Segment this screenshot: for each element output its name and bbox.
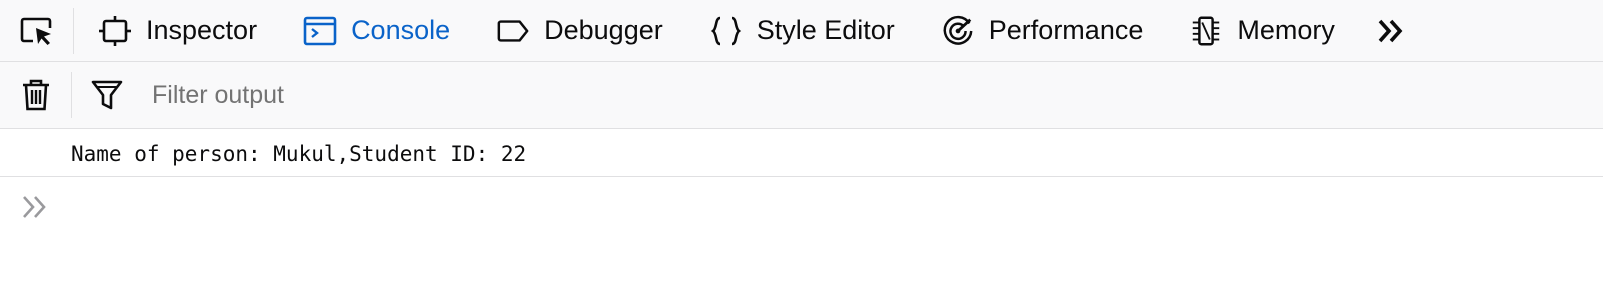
tab-console[interactable]: Console xyxy=(279,0,472,62)
console-output: Name of person: Mukul,Student ID: 22 xyxy=(0,130,1603,177)
debugger-icon xyxy=(496,14,530,48)
log-message: Name of person: Mukul,Student ID: 22 xyxy=(71,142,527,166)
style-editor-icon xyxy=(709,14,743,48)
console-input-row xyxy=(0,178,1603,238)
tab-label: Debugger xyxy=(544,15,663,45)
prompt-chevron-icon xyxy=(23,196,46,218)
tab-label: Inspector xyxy=(146,15,258,45)
tab-memory[interactable]: Memory xyxy=(1165,0,1357,62)
tab-label: Console xyxy=(351,15,451,45)
trash-icon xyxy=(22,79,49,111)
element-picker-icon xyxy=(20,17,51,45)
console-js-input[interactable] xyxy=(70,192,1570,226)
inspector-icon xyxy=(98,14,132,48)
tab-label: Style Editor xyxy=(756,15,895,45)
element-picker-button[interactable] xyxy=(0,7,74,54)
chevron-double-right-icon xyxy=(1378,19,1403,42)
console-toolbar xyxy=(0,62,1603,129)
tab-label: Performance xyxy=(988,15,1144,45)
tab-performance[interactable]: Performance xyxy=(917,0,1166,62)
memory-icon xyxy=(1189,14,1223,48)
performance-icon xyxy=(941,14,975,48)
tab-debugger[interactable]: Debugger xyxy=(472,0,685,62)
filter-output-input[interactable] xyxy=(152,75,752,115)
clear-console-button[interactable] xyxy=(0,72,72,118)
tab-label: Memory xyxy=(1237,15,1335,45)
filter-icon xyxy=(72,79,142,111)
more-tools-button[interactable] xyxy=(1357,0,1405,62)
devtools-tab-bar: Inspector Console Debugger Style Editor xyxy=(0,0,1603,62)
console-icon xyxy=(303,14,337,48)
tab-style-editor[interactable]: Style Editor xyxy=(685,0,917,62)
tab-inspector[interactable]: Inspector xyxy=(74,0,279,62)
